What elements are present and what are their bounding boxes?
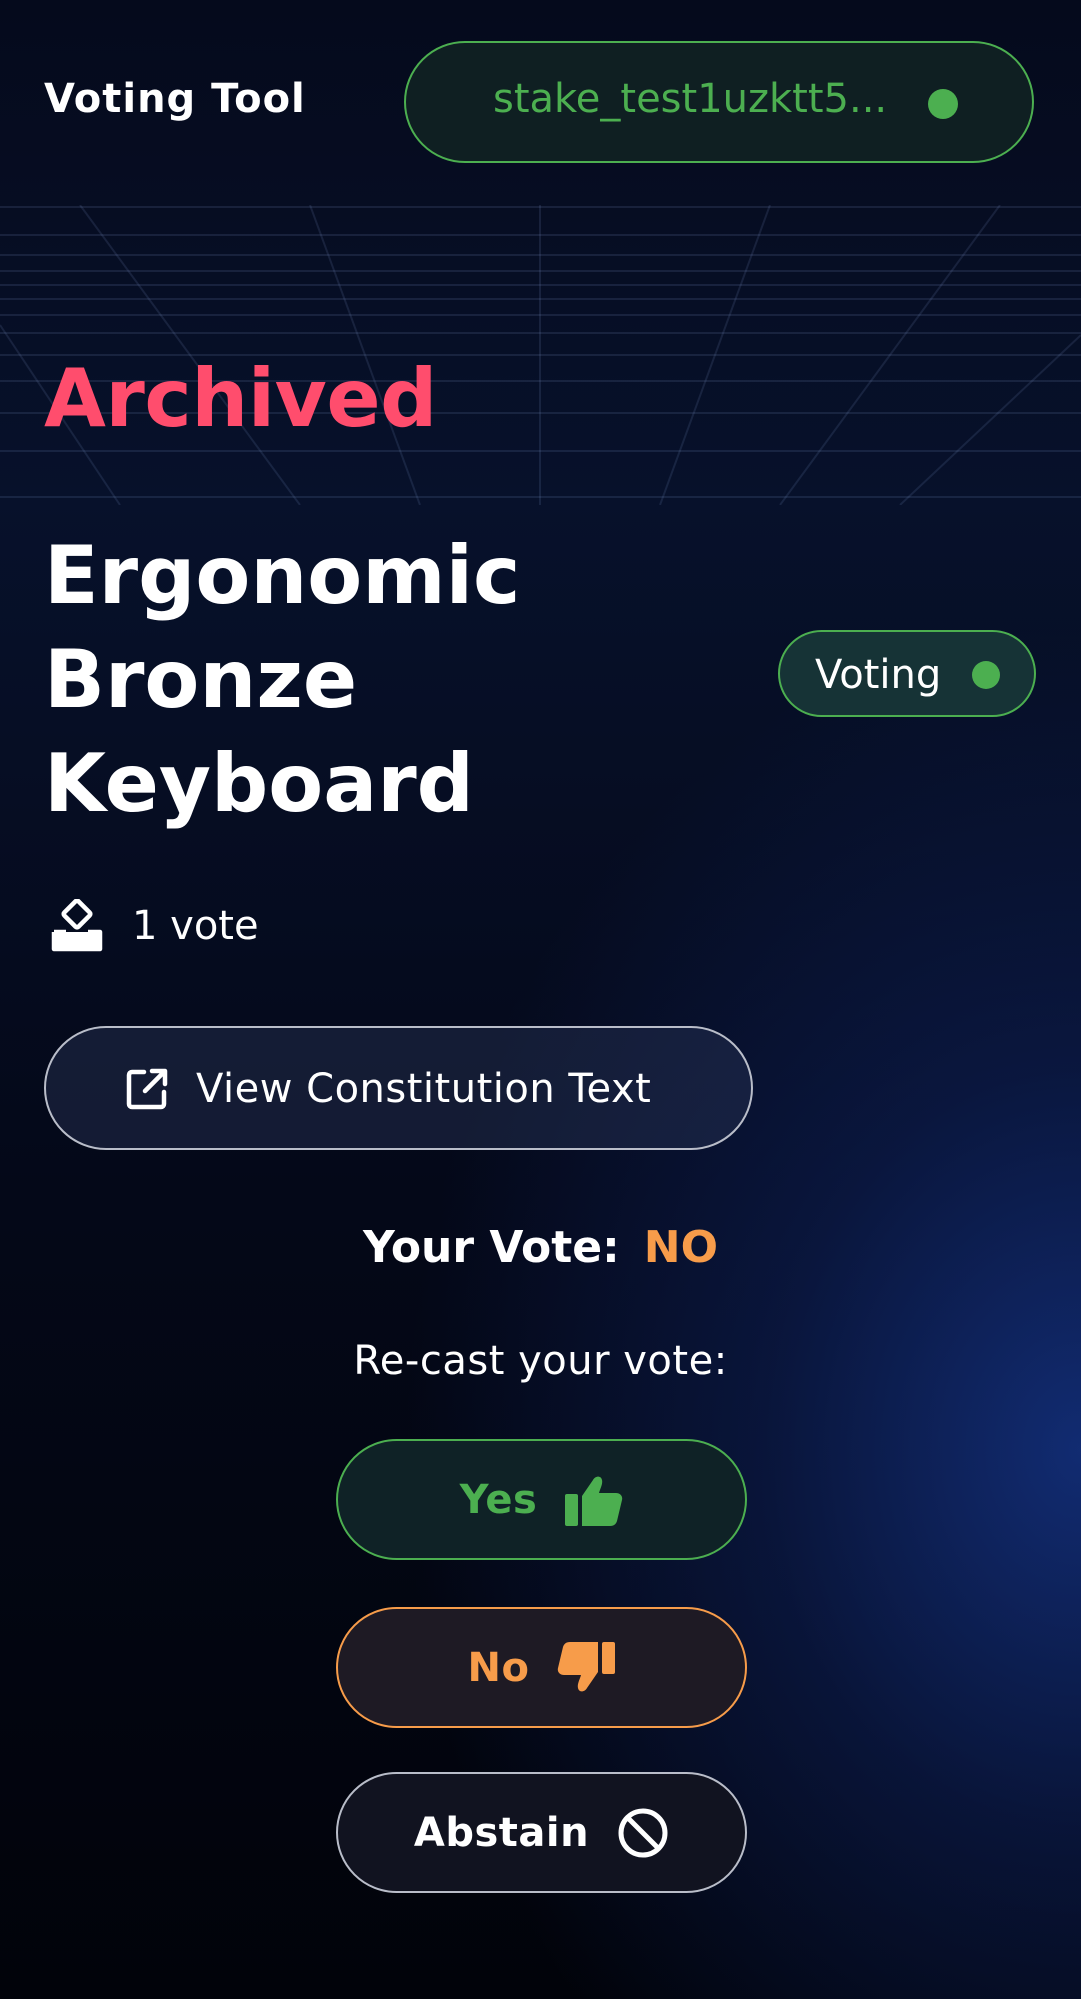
recast-prompt: Re-cast your vote:	[353, 1338, 728, 1384]
app-title: Voting Tool	[44, 76, 306, 122]
status-badge: Voting	[778, 630, 1036, 717]
thumbs-up-icon	[537, 1474, 623, 1526]
proposal-title: Ergonomic Bronze Keyboard	[44, 529, 521, 830]
your-vote-label: Your Vote:	[363, 1222, 620, 1273]
wallet-address: stake_test1uzktt5...	[493, 76, 888, 122]
vote-count-row: 1 vote	[50, 899, 259, 953]
status-indicator-dot	[972, 661, 1000, 689]
wallet-connected-indicator	[928, 89, 958, 119]
your-vote: Your Vote: NO	[0, 1222, 1081, 1273]
vote-yes-button[interactable]: Yes	[336, 1439, 747, 1560]
vote-no-label: No	[467, 1644, 530, 1691]
vote-no-button[interactable]: No	[336, 1607, 747, 1728]
vote-abstain-label: Abstain	[413, 1809, 590, 1856]
thumbs-down-icon	[529, 1641, 616, 1694]
view-constitution-button[interactable]: View Constitution Text	[44, 1026, 753, 1150]
wallet-address-button[interactable]: stake_test1uzktt5...	[404, 41, 1034, 163]
vote-count: 1 vote	[132, 903, 259, 949]
vote-abstain-button[interactable]: Abstain	[336, 1772, 747, 1893]
view-constitution-label: View Constitution Text	[196, 1066, 652, 1112]
archived-label: Archived	[44, 352, 437, 445]
your-vote-value: NO	[643, 1222, 718, 1273]
vote-yes-label: Yes	[459, 1476, 538, 1523]
status-label: Voting	[815, 652, 942, 698]
ballot-box-icon	[50, 899, 104, 953]
ban-icon	[589, 1807, 669, 1859]
